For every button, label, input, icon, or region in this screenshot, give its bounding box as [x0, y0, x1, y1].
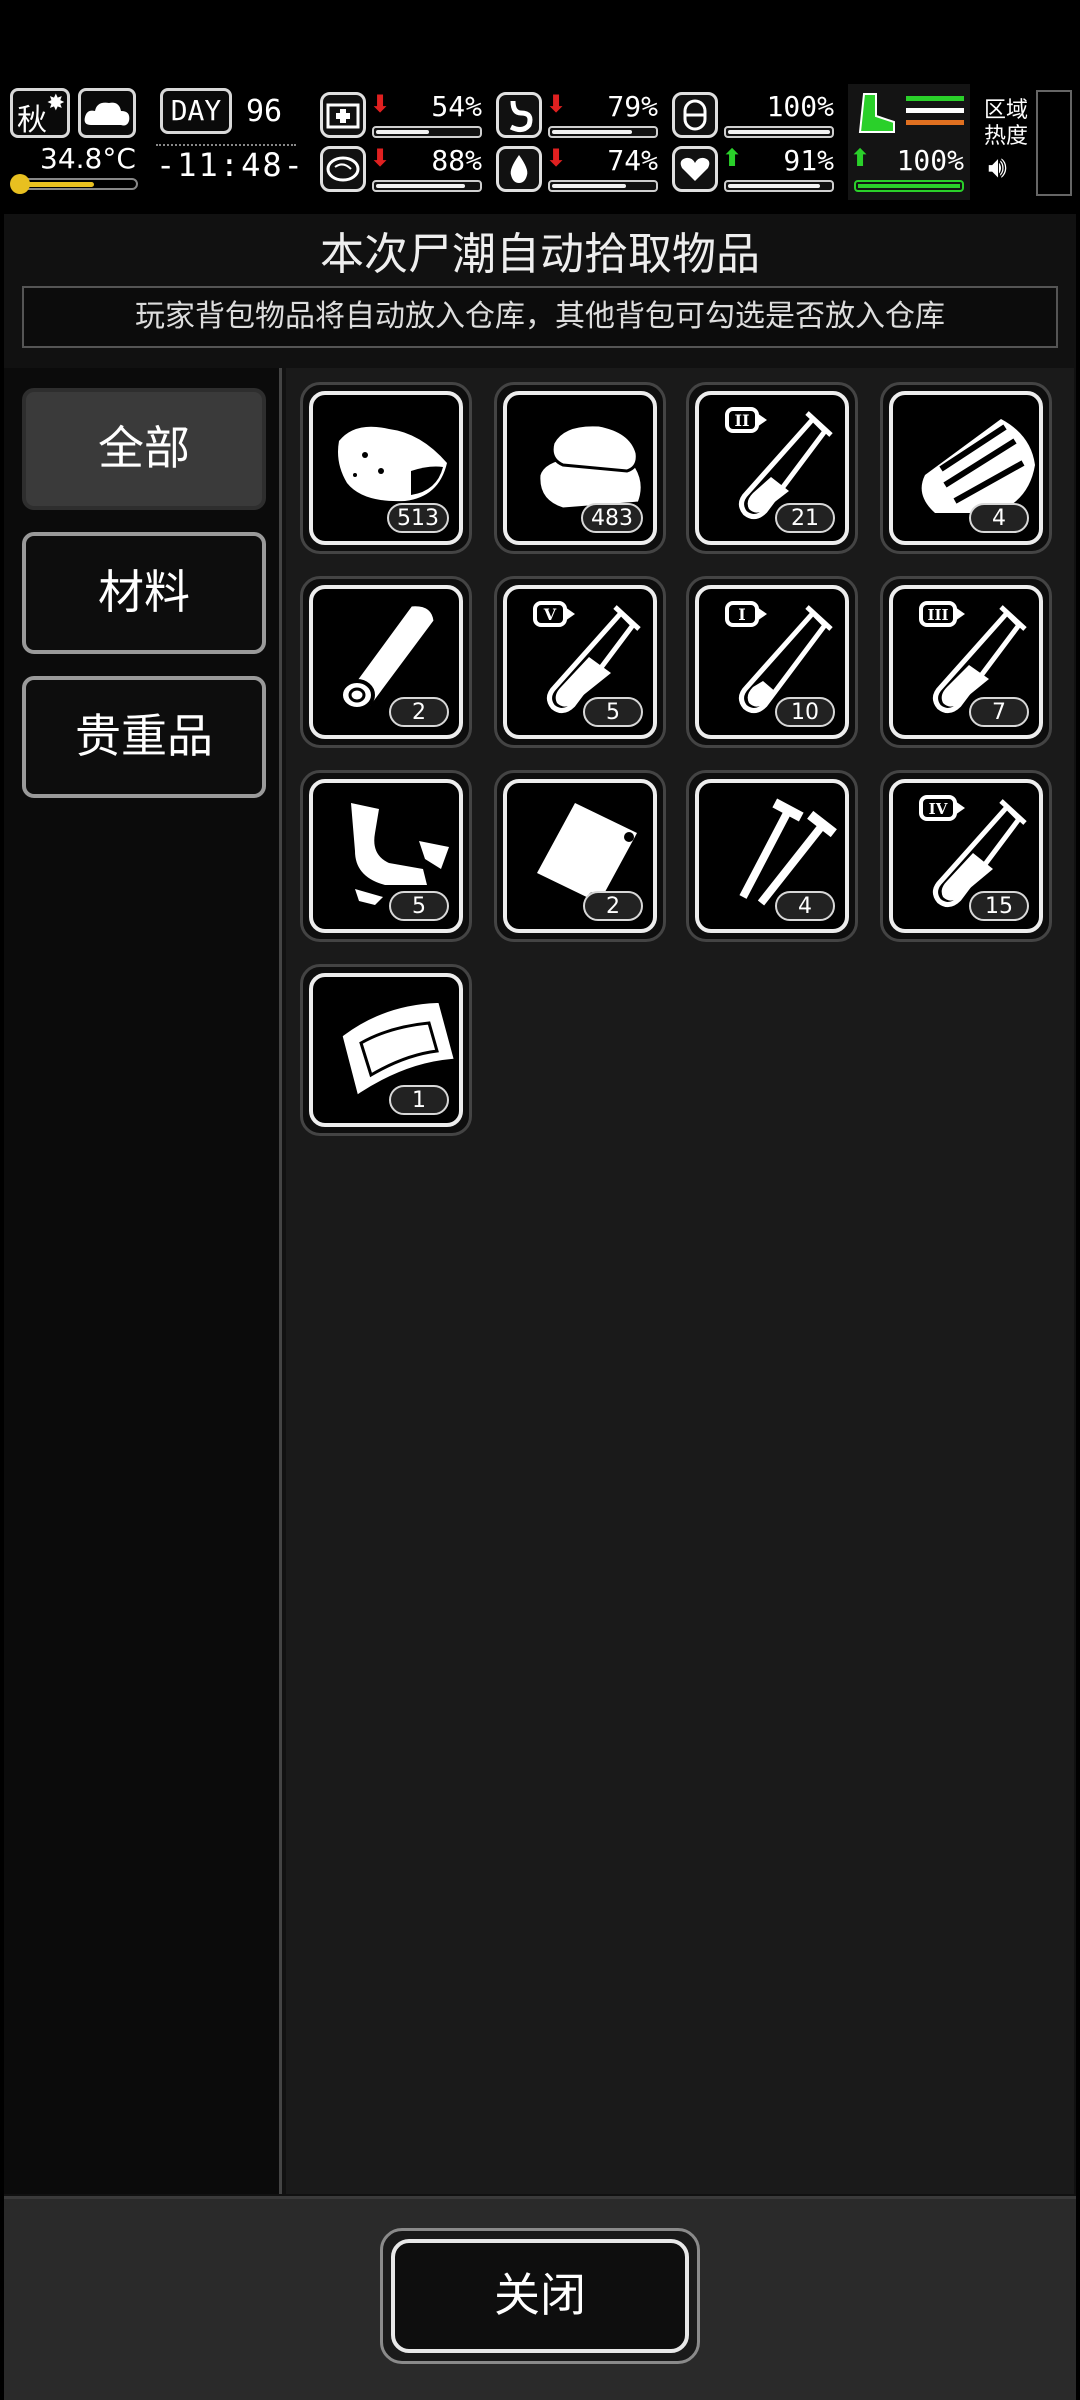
- mind-bar: [372, 180, 482, 192]
- dialog-title: 本次尸潮自动拾取物品: [320, 229, 760, 280]
- day-number: 96: [246, 94, 283, 129]
- thirst-bar-fill: [552, 184, 627, 188]
- item-slot[interactable]: 4: [686, 770, 858, 942]
- item-count: 2: [583, 891, 643, 921]
- item-count: 10: [775, 697, 835, 727]
- medicine-value: 100%: [766, 90, 834, 123]
- item-slot[interactable]: 2: [300, 576, 472, 748]
- svg-text:III: III: [927, 606, 948, 624]
- heart-bar: [724, 180, 834, 192]
- brain-icon: [320, 146, 366, 192]
- item-count: 21: [775, 503, 835, 533]
- stamina-panel: ⬆ 100%: [848, 84, 970, 200]
- speaker-icon[interactable]: 🔊︎: [988, 150, 1007, 185]
- medicine-bar: [724, 126, 834, 138]
- svg-text:IV: IV: [929, 800, 948, 818]
- item-count: 4: [775, 891, 835, 921]
- clock: -11:48-: [156, 144, 305, 184]
- item-slot[interactable]: V 5: [494, 576, 666, 748]
- region-heat-label: 区域热度: [984, 98, 1029, 149]
- medicine-bar-fill: [728, 130, 830, 134]
- svg-text:II: II: [735, 411, 750, 430]
- category-sidebar: 全部 材料 贵重品: [4, 368, 282, 2194]
- item-grid: 513 483 II 21 4 2 V 5 I 10 III 7 5 2 4 I…: [286, 368, 1074, 2194]
- hunger-bar: [548, 126, 658, 138]
- health-bar: [372, 126, 482, 138]
- hunger-value: 79%: [607, 90, 658, 123]
- temperature-text: 34.8°C: [40, 142, 136, 175]
- svg-text:V: V: [543, 605, 557, 624]
- region-heat-meter: [1036, 90, 1072, 196]
- item-slot[interactable]: III 7: [880, 576, 1052, 748]
- close-button-label: 关闭: [391, 2239, 689, 2353]
- stomach-icon: [496, 92, 542, 138]
- item-slot[interactable]: I 10: [686, 576, 858, 748]
- status-hud: 秋 ✸ 34.8°C DAY 96 -11:48- ⬇ 54% ⬇ 79% 10…: [0, 84, 1080, 202]
- health-bar-fill: [376, 130, 430, 134]
- heart-icon: [672, 146, 718, 192]
- item-slot[interactable]: 483: [494, 382, 666, 554]
- leaf-icon: ✸: [46, 91, 65, 116]
- thirst-value: 74%: [607, 144, 658, 177]
- season-box: 秋 ✸: [10, 88, 70, 138]
- stamina-bar: [854, 180, 964, 192]
- svg-text:I: I: [738, 605, 745, 624]
- item-count: 483: [581, 503, 643, 533]
- close-button[interactable]: 关闭: [380, 2228, 700, 2364]
- item-count: 5: [583, 697, 643, 727]
- item-count: 5: [389, 891, 449, 921]
- item-count: 15: [969, 891, 1029, 921]
- tab-valuables[interactable]: 贵重品: [22, 676, 266, 798]
- water-drop-icon: [496, 146, 542, 192]
- season-label: 秋: [17, 103, 47, 138]
- tab-all[interactable]: 全部: [22, 388, 266, 510]
- item-slot[interactable]: 1: [300, 964, 472, 1136]
- cloud-icon: [84, 102, 130, 126]
- mind-value: 88%: [431, 144, 482, 177]
- item-count: 4: [969, 503, 1029, 533]
- item-slot[interactable]: 2: [494, 770, 666, 942]
- item-slot[interactable]: II 21: [686, 382, 858, 554]
- stamina-value: 100%: [896, 144, 964, 177]
- day-badge: DAY: [160, 88, 232, 134]
- health-value: 54%: [431, 90, 482, 123]
- temperature-bar: [10, 174, 138, 194]
- weather-box: [78, 88, 136, 138]
- thirst-bar: [548, 180, 658, 192]
- heart-bar-fill: [728, 184, 821, 188]
- hunger-bar-fill: [552, 130, 632, 134]
- boot-icon: [858, 93, 895, 133]
- dialog-subtitle: 玩家背包物品将自动放入仓库，其他背包可勾选是否放入仓库: [22, 286, 1058, 348]
- item-slot[interactable]: 513: [300, 382, 472, 554]
- item-slot[interactable]: IV 15: [880, 770, 1052, 942]
- heart-value: 91%: [783, 144, 834, 177]
- mind-bar-fill: [376, 184, 466, 188]
- item-count: 2: [389, 697, 449, 727]
- item-count: 513: [387, 503, 449, 533]
- item-count: 7: [969, 697, 1029, 727]
- item-count: 1: [389, 1085, 449, 1115]
- tab-materials[interactable]: 材料: [22, 532, 266, 654]
- medkit-icon: [320, 92, 366, 138]
- item-slot[interactable]: 4: [880, 382, 1052, 554]
- thermometer-icon: [10, 174, 30, 194]
- item-slot[interactable]: 5: [300, 770, 472, 942]
- pill-icon: [672, 92, 718, 138]
